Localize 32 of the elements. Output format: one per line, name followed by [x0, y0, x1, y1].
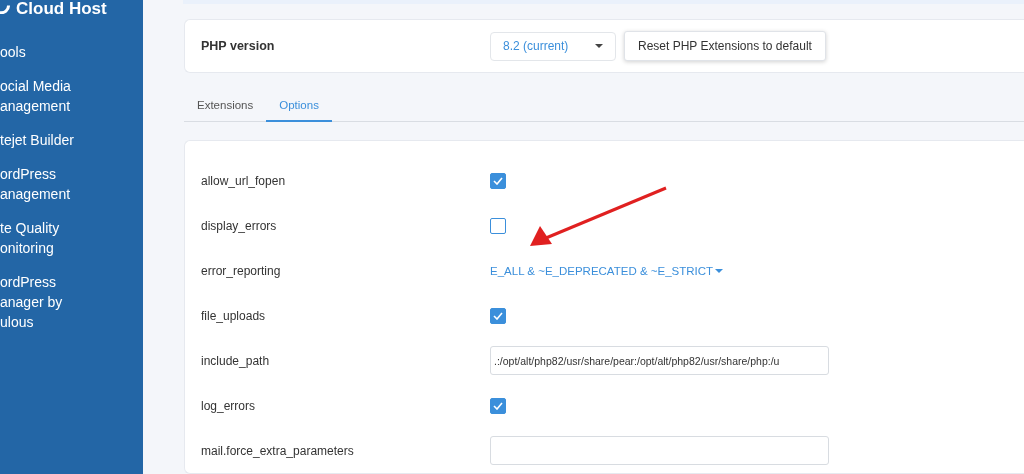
- checkbox[interactable]: [490, 397, 506, 414]
- caret-icon: [715, 268, 724, 273]
- logo-icon: [0, 4, 10, 14]
- caret-icon: [595, 44, 603, 49]
- php-version-select[interactable]: 8.2 (current): [490, 31, 616, 61]
- checkbox[interactable]: [490, 217, 506, 234]
- reset-button[interactable]: Reset PHP Extensions to default: [624, 31, 826, 62]
- option-name: file_uploads: [201, 308, 267, 323]
- logo-text: Cloud Host: [16, 0, 107, 18]
- option-name: display_errors: [201, 218, 278, 233]
- option-name: error_reporting: [201, 263, 282, 278]
- sidebar-item[interactable]: ools: [0, 42, 143, 62]
- sidebar-item[interactable]: ordPress anager by ulous: [0, 272, 143, 332]
- php-version-label: PHP version: [201, 39, 276, 54]
- checkbox[interactable]: [490, 172, 506, 189]
- sidebar-item[interactable]: ordPress anagement: [0, 164, 143, 204]
- checkbox[interactable]: [490, 307, 506, 324]
- option-name: log_errors: [201, 398, 257, 413]
- checkmark-icon: [493, 401, 503, 410]
- sidebar-item[interactable]: tejet Builder: [0, 130, 143, 150]
- checkmark-icon: [493, 311, 503, 320]
- input-field[interactable]: [490, 436, 829, 465]
- tab[interactable]: Options: [266, 91, 332, 122]
- option-name: allow_url_fopen: [201, 173, 287, 188]
- sidebar-item[interactable]: ocial Media anagement: [0, 76, 143, 116]
- option-name: include_path: [201, 353, 271, 368]
- input-field[interactable]: .:/opt/alt/php82/usr/share/pear:/opt/alt/php82/usr/share/php:/u: [490, 346, 829, 375]
- checkmark-icon: [493, 176, 503, 185]
- option-name: mail.force_extra_parameters: [201, 443, 355, 458]
- error-reporting-dropdown[interactable]: E_ALL & ~E_DEPRECATED & ~E_STRICT: [490, 264, 724, 277]
- sidebar-item[interactable]: te Quality onitoring: [0, 218, 143, 258]
- tab[interactable]: Extensions: [184, 91, 267, 122]
